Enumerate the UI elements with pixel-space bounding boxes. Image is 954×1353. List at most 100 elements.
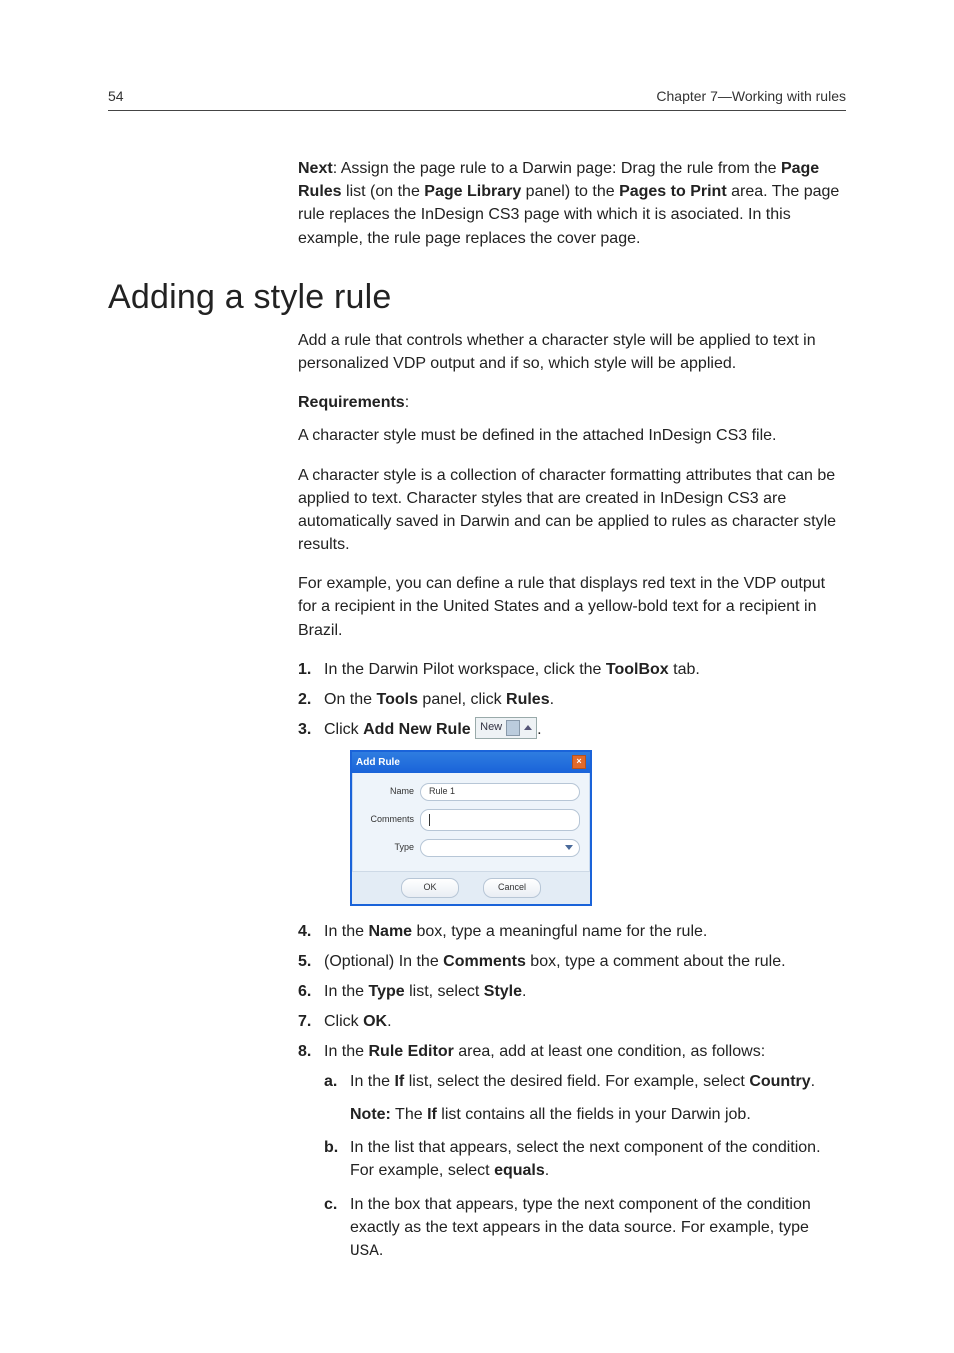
- text: list, select the desired field. For exam…: [404, 1073, 749, 1090]
- requirements-heading: Requirements:: [298, 391, 846, 414]
- text: In the: [324, 923, 368, 940]
- text: In the list that appears, select the nex…: [350, 1139, 821, 1179]
- running-header: 54 Chapter 7—Working with rules: [108, 88, 846, 111]
- dialog-row-type: Type: [362, 839, 580, 857]
- comments-label: Comments: [362, 813, 414, 827]
- note-label: Note:: [350, 1106, 391, 1123]
- text: area, add at least one condition, as fol…: [454, 1043, 765, 1060]
- intro-paragraph: Add a rule that controls whether a chara…: [298, 329, 846, 375]
- paragraph: A character style is a collection of cha…: [298, 464, 846, 557]
- text: Click: [324, 1013, 363, 1030]
- text: list, select: [405, 983, 484, 1000]
- type-label: Type: [362, 841, 414, 855]
- substep-a: In the If list, select the desired field…: [324, 1070, 846, 1126]
- page-number: 54: [108, 88, 124, 104]
- substep-b: In the list that appears, select the nex…: [324, 1136, 846, 1182]
- bold: If: [427, 1106, 437, 1123]
- ok-button[interactable]: OK: [401, 878, 459, 898]
- text: (Optional) In the: [324, 953, 443, 970]
- next-paragraph: Next: Assign the page rule to a Darwin p…: [298, 157, 846, 250]
- step-4: In the Name box, type a meaningful name …: [298, 920, 846, 944]
- document-icon: [506, 720, 520, 736]
- content-column: Next: Assign the page rule to a Darwin p…: [298, 157, 846, 1263]
- text: .: [811, 1073, 815, 1090]
- text: .: [387, 1013, 391, 1030]
- bold: Type: [368, 983, 404, 1000]
- add-rule-dialog: Add Rule × Name Rule 1 Comments: [350, 750, 592, 906]
- dialog-titlebar: Add Rule ×: [352, 752, 590, 773]
- step-8: In the Rule Editor area, add at least on…: [298, 1040, 846, 1263]
- text: In the: [350, 1073, 394, 1090]
- bold: Add New Rule: [363, 721, 471, 738]
- requirements-line: A character style must be defined in the…: [298, 424, 846, 447]
- bold: Comments: [443, 953, 526, 970]
- comments-field[interactable]: [420, 809, 580, 831]
- cancel-button[interactable]: Cancel: [483, 878, 541, 898]
- step-1: In the Darwin Pilot workspace, click the…: [298, 658, 846, 682]
- step-6: In the Type list, select Style.: [298, 980, 846, 1004]
- new-button-label: New: [480, 719, 502, 736]
- text: list contains all the fields in your Dar…: [437, 1106, 751, 1123]
- text: box, type a comment about the rule.: [526, 953, 786, 970]
- text: On the: [324, 691, 376, 708]
- dropdown-arrow-icon: [524, 725, 532, 730]
- new-button[interactable]: New: [475, 717, 537, 739]
- bold: OK: [363, 1013, 387, 1030]
- substeps-list: In the If list, select the desired field…: [324, 1070, 846, 1263]
- text: :: [405, 394, 409, 411]
- text: .: [545, 1162, 549, 1179]
- step-2: On the Tools panel, click Rules.: [298, 688, 846, 712]
- text: In the: [324, 1043, 368, 1060]
- dialog-button-row: OK Cancel: [352, 871, 590, 904]
- text: tab.: [669, 661, 700, 678]
- next-label: Next: [298, 160, 333, 177]
- step-5: (Optional) In the Comments box, type a c…: [298, 950, 846, 974]
- text: Click: [324, 721, 363, 738]
- requirements-label: Requirements: [298, 394, 405, 411]
- bold: Rules: [506, 691, 550, 708]
- bold: Tools: [376, 691, 417, 708]
- dialog-row-comments: Comments: [362, 809, 580, 831]
- bold: Page Library: [424, 183, 521, 200]
- close-icon[interactable]: ×: [572, 755, 586, 769]
- text-cursor-icon: [429, 814, 430, 826]
- step-7: Click OK.: [298, 1010, 846, 1034]
- bold: Pages to Print: [619, 183, 727, 200]
- name-label: Name: [362, 785, 414, 799]
- text: The: [391, 1106, 427, 1123]
- text: Assign the page rule to a Darwin page: D…: [341, 160, 781, 177]
- bold: Country: [749, 1073, 810, 1090]
- name-field[interactable]: Rule 1: [420, 783, 580, 801]
- text: box, type a meaningful name for the rule…: [412, 923, 707, 940]
- document-page: 54 Chapter 7—Working with rules Next: As…: [0, 0, 954, 1353]
- text: In the: [324, 983, 368, 1000]
- text: .: [522, 983, 526, 1000]
- text: list (on the: [342, 183, 425, 200]
- step-3: Click Add New Rule New. Add Rule × Name …: [298, 718, 846, 906]
- text: .: [550, 691, 554, 708]
- note-line: Note: The If list contains all the field…: [350, 1103, 846, 1126]
- steps-list: In the Darwin Pilot workspace, click the…: [298, 658, 846, 1263]
- substep-c: In the box that appears, type the next c…: [324, 1193, 846, 1264]
- bold: Name: [368, 923, 412, 940]
- dialog-body: Name Rule 1 Comments Type: [352, 773, 590, 871]
- section-heading: Adding a style rule: [108, 278, 846, 317]
- text: .: [379, 1242, 383, 1259]
- bold: Rule Editor: [368, 1043, 453, 1060]
- bold: equals: [494, 1162, 545, 1179]
- dialog-row-name: Name Rule 1: [362, 783, 580, 801]
- bold: ToolBox: [606, 661, 669, 678]
- text: In the box that appears, type the next c…: [350, 1196, 811, 1236]
- text: :: [333, 160, 341, 177]
- bold: Style: [484, 983, 522, 1000]
- paragraph: For example, you can define a rule that …: [298, 572, 846, 642]
- text: In the Darwin Pilot workspace, click the: [324, 661, 606, 678]
- dialog-title: Add Rule: [356, 755, 400, 770]
- text: panel) to the: [521, 183, 619, 200]
- text: panel, click: [418, 691, 506, 708]
- name-field-value: Rule 1: [429, 785, 455, 799]
- type-select[interactable]: [420, 839, 580, 857]
- text: .: [537, 721, 541, 738]
- code-text: USA: [350, 1242, 379, 1260]
- bold: If: [394, 1073, 404, 1090]
